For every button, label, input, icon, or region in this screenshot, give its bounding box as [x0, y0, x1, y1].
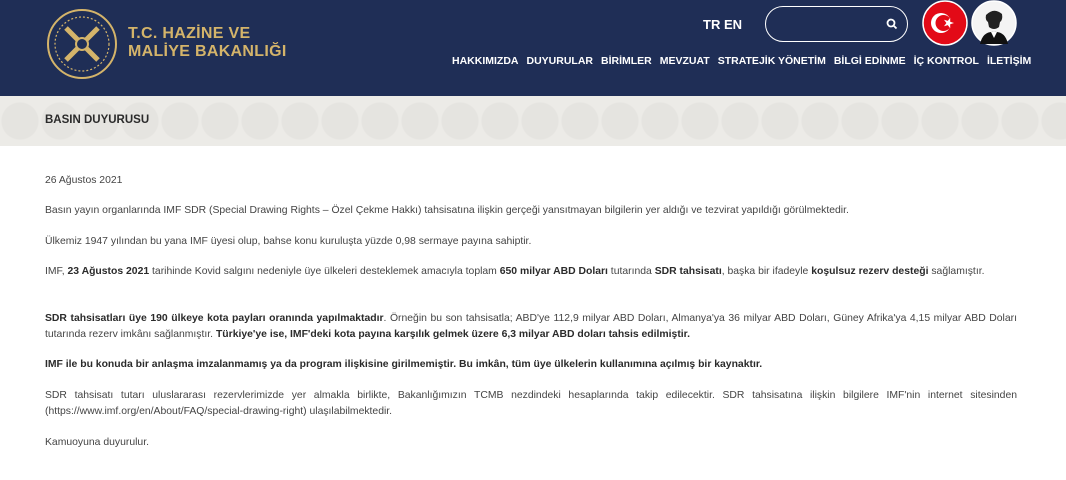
turkish-flag-icon[interactable] [922, 0, 968, 46]
paragraph-7: Kamuoyuna duyurulur. [45, 437, 149, 448]
logo-line-1: T.C. HAZİNE VE [128, 25, 251, 42]
page-title: BASIN DUYURUSU [45, 114, 150, 126]
logo-line-2: MALİYE BAKANLIĞI [128, 43, 287, 60]
text-bold: 650 milyar ABD Doları [499, 266, 608, 277]
paragraph-6: SDR tahsisatı tutarı uluslararası rezerv… [45, 390, 1017, 417]
search-input[interactable] [780, 15, 880, 35]
text-bold: SDR tahsisatı [654, 266, 722, 277]
text-run: sağlamıştır. [928, 266, 985, 277]
text-bold: koşulsuz rezerv desteği [811, 266, 929, 277]
paragraph-1: Basın yayın organlarında IMF SDR (Specia… [45, 205, 849, 216]
text-bold: Türkiye'ye ise, IMF'deki kota payına kar… [215, 329, 691, 340]
paragraph-5: IMF ile bu konuda bir anlaşma imzalanmam… [45, 357, 1017, 373]
lang-en-link[interactable]: EN [724, 17, 742, 32]
paragraph-3: IMF, 23 Ağustos 2021 tarihinde Kovid sal… [45, 264, 1017, 280]
nav-ic-kontrol[interactable]: İÇ KONTROL [914, 55, 979, 69]
page-banner: BASIN DUYURUSU [0, 96, 1066, 146]
text-run: IMF, [45, 266, 68, 277]
nav-bilgi-edinme[interactable]: BİLGİ EDİNME [834, 55, 906, 69]
paragraph-4: SDR tahsisatları üye 190 ülkeye kota pay… [45, 311, 1017, 343]
nav-duyurular[interactable]: DUYURULAR [527, 55, 594, 69]
nav-birimler[interactable]: BİRİMLER [601, 55, 652, 69]
nav-hakkimizda[interactable]: HAKKIMIZDA [452, 55, 519, 69]
text-run: tarihinde Kovid salgını nedeniyle üye ül… [149, 266, 500, 277]
article-date: 26 Ağustos 2021 [45, 175, 123, 186]
ataturk-portrait-icon[interactable] [971, 0, 1017, 46]
nav-stratejik-yonetim[interactable]: STRATEJİK YÖNETİM [718, 55, 826, 69]
search-icon[interactable] [885, 17, 899, 31]
paragraph-2: Ülkemiz 1947 yılından bu yana IMF üyesi … [45, 236, 532, 247]
main-nav: HAKKIMIZDA DUYURULAR BİRİMLER MEVZUAT ST… [452, 55, 1031, 69]
text-run: , başka bir ifadeyle [721, 266, 812, 277]
nav-mevzuat[interactable]: MEVZUAT [660, 55, 710, 69]
search-box [765, 6, 908, 42]
text-bold: 23 Ağustos 2021 [67, 266, 150, 277]
site-header: T.C. HAZİNE VE MALİYE BAKANLIĞI TR EN HA… [0, 0, 1066, 96]
ministry-emblem-icon[interactable] [46, 8, 118, 80]
ministry-name[interactable]: T.C. HAZİNE VE MALİYE BAKANLIĞI [128, 25, 287, 61]
lang-tr-link[interactable]: TR [703, 17, 720, 32]
text-run: tutarında [607, 266, 655, 277]
text-bold: SDR tahsisatları üye 190 ülkeye kota pay… [45, 313, 384, 324]
nav-iletisim[interactable]: İLETİŞİM [987, 55, 1031, 69]
text-bold: IMF ile bu konuda bir anlaşma imzalanmam… [45, 359, 763, 370]
